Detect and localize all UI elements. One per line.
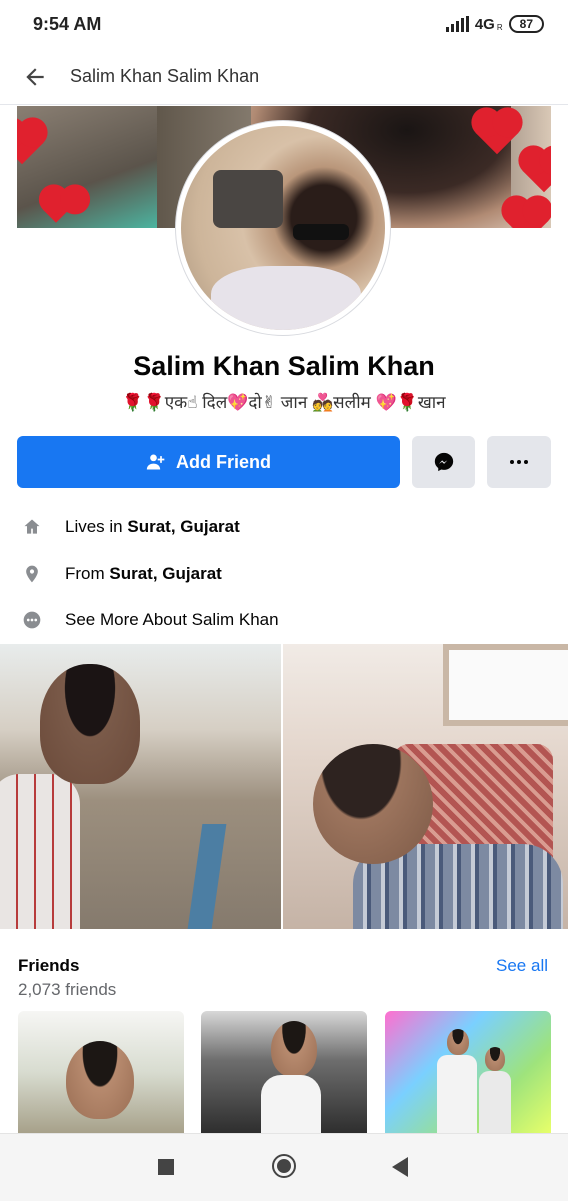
more-dots-icon <box>510 460 528 464</box>
page-title: Salim Khan Salim Khan <box>70 66 260 86</box>
profile-bio: 🌹🌹एक☝ दिल💖दो✌ जान 💑सलीम 💖🌹खान <box>0 390 568 413</box>
more-circle-icon <box>23 611 41 629</box>
friend-photo-shirt <box>437 1055 477 1133</box>
add-friend-button[interactable]: Add Friend <box>17 436 400 488</box>
heart-icon <box>505 199 549 228</box>
battery-icon: 87 <box>508 15 544 33</box>
friend-photo-head <box>271 1021 317 1077</box>
friend-photo-head <box>485 1047 505 1071</box>
avatar-shirt <box>211 266 361 330</box>
avatar-motorbike <box>213 170 283 228</box>
about-lives-in: Lives in Surat, Gujarat <box>0 505 568 549</box>
bio-segment: 💑 <box>312 393 334 412</box>
status-time: 9:54 AM <box>33 14 102 34</box>
photo-person-head <box>313 744 433 864</box>
system-navigation-bar <box>0 1133 568 1201</box>
avatar <box>181 126 385 330</box>
profile-picture-frame[interactable] <box>176 121 390 335</box>
bio-segment: एक☝ दिल <box>164 393 228 412</box>
roaming-indicator: R <box>496 22 503 32</box>
signal-icon <box>445 16 469 32</box>
friends-section-title: Friends <box>18 956 80 975</box>
photo-plank <box>187 824 227 929</box>
bio-segment: 💖🌹 <box>375 393 418 412</box>
bio-segment: 💖 <box>227 393 249 412</box>
from-text: From Surat, Gujarat <box>65 564 222 584</box>
lives-in-text: Lives in Surat, Gujarat <box>65 517 240 537</box>
from-prefix: From <box>65 564 110 583</box>
friend-thumbnail[interactable] <box>18 1011 184 1133</box>
featured-photo-2[interactable] <box>283 644 568 929</box>
friend-photo-head <box>447 1029 469 1055</box>
system-back-icon[interactable] <box>392 1157 408 1177</box>
top-app-bar: Salim Khan Salim Khan <box>0 50 568 105</box>
profile-name: Salim Khan Salim Khan <box>133 351 435 381</box>
location-pin-icon <box>26 565 38 583</box>
friend-photo-shirt <box>261 1075 321 1133</box>
friends-count: 2,073 friends <box>18 980 117 999</box>
photo-person-head <box>40 664 140 784</box>
back-arrow-icon[interactable] <box>22 64 48 90</box>
more-options-button[interactable] <box>487 436 551 488</box>
home-icon <box>24 519 40 534</box>
about-from: From Surat, Gujarat <box>0 552 568 596</box>
bio-segment: 🌹🌹 <box>122 393 165 412</box>
friend-photo-shirt <box>479 1071 511 1133</box>
friend-thumbnail[interactable] <box>385 1011 551 1133</box>
avatar-sunglasses <box>293 224 349 240</box>
add-friend-icon <box>146 454 165 470</box>
heart-icon <box>522 149 551 193</box>
network-type: 4G <box>474 15 495 33</box>
photo-person-shirt <box>0 774 80 929</box>
message-button[interactable] <box>412 436 475 488</box>
add-friend-label: Add Friend <box>176 451 271 472</box>
messenger-icon <box>434 452 453 472</box>
from-value: Surat, Gujarat <box>109 564 222 583</box>
status-bar: 9:54 AM 4G R 87 <box>0 0 568 50</box>
see-more-about-link[interactable]: See More About Salim Khan <box>0 598 568 642</box>
lives-in-value: Surat, Gujarat <box>127 517 240 536</box>
friend-thumbnail[interactable] <box>201 1011 367 1133</box>
recent-apps-icon[interactable] <box>158 1159 174 1175</box>
featured-photo-1[interactable] <box>0 644 281 929</box>
status-indicators: 4G R 87 <box>445 15 544 33</box>
lives-in-prefix: Lives in <box>65 517 128 536</box>
bio-segment: सलीम <box>333 393 371 412</box>
bio-segment: दो✌ जान <box>248 393 308 412</box>
home-button-icon[interactable] <box>272 1154 296 1178</box>
see-more-about-label: See More About Salim Khan <box>65 610 279 629</box>
see-all-friends-link[interactable]: See all <box>496 956 548 976</box>
bio-segment: खान <box>417 393 446 412</box>
photo-bus-window <box>443 644 568 726</box>
friend-photo-head <box>66 1041 134 1119</box>
